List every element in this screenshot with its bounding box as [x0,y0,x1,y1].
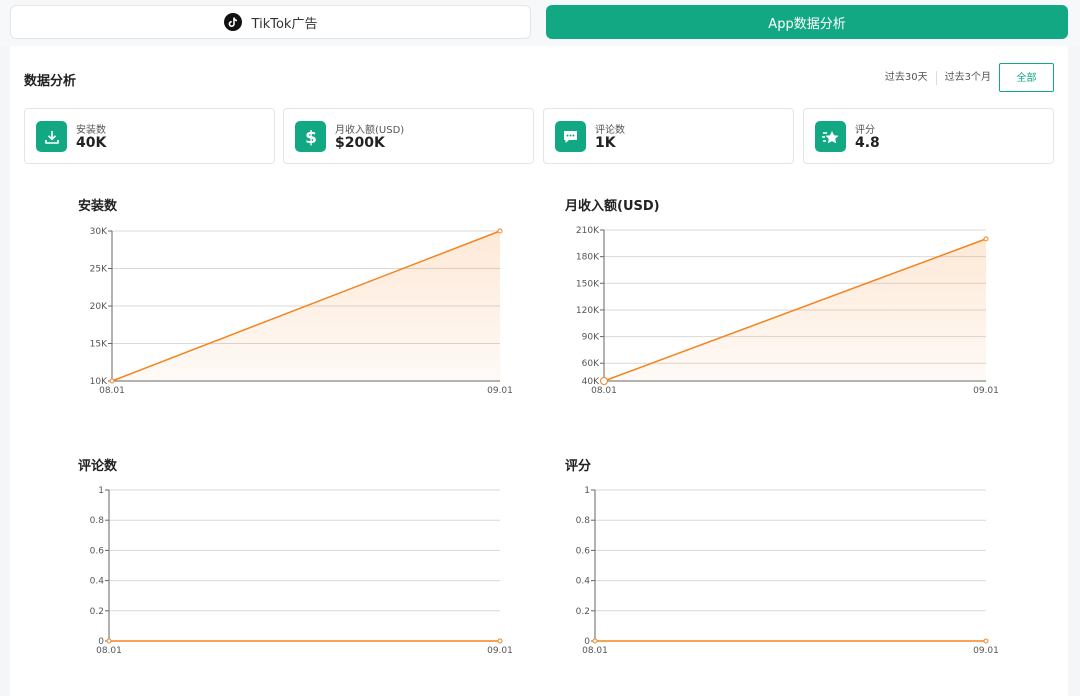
x-tick-label: 08.01 [591,386,617,396]
stat-card-installs: 安装数 40K [24,108,275,164]
chart-plot: 10K15K20K25K30K08.01 09.01 [90,227,513,396]
stat-card-reviews: 评论数 1K [543,108,794,164]
reviews-chart: 评论数 0 0.2 0.4 0.6 0.8 1 08.01 09.01 [78,455,518,665]
x-tick-label: 09.01 [487,386,513,396]
y-tick-label: 0.4 [90,577,105,587]
y-tick-label: 210K [576,226,600,236]
filter-last-3-months[interactable]: 过去3个月 [937,63,999,92]
y-tick-label: 25K [90,265,108,275]
y-tick-label: 150K [576,279,600,289]
y-tick-label: 1 [98,486,104,496]
y-tick-label: 180K [576,253,600,263]
tab-tiktok-ads[interactable]: TikTok广告 [10,5,531,39]
chart-plot: 40K60K90K120K150K180K210K08.01 09.01 [576,226,999,396]
y-tick-label: 0.4 [576,577,591,587]
data-point [983,638,989,644]
stat-label: 评分 [855,125,875,136]
chart-plot: 00.20.40.60.8108.01 09.01 [90,486,513,656]
data-point [592,638,598,644]
tab-tiktok-label: TikTok广告 [251,16,318,32]
data-point [600,377,608,385]
stat-label: 月收入额(USD) [335,125,405,136]
revenue-chart: 月收入额(USD) 40K 60K 90K 120K 150K 180K 210K 08.01… [565,195,1005,405]
y-tick-label: 1 [584,486,590,496]
y-tick-label: 0.6 [576,546,591,556]
data-point [983,236,989,242]
data-point [497,228,503,234]
date-range-filter: 过去30天 过去3个月 全部 [877,63,1054,92]
y-tick-label: 0.8 [576,516,591,526]
top-tab-bar: TikTok广告 App数据分析 [0,0,1080,46]
comment-icon [555,121,586,152]
y-tick-label: 30K [90,227,108,237]
y-tick-label: 0.2 [90,607,104,617]
y-tick-label: 120K [576,306,600,316]
y-tick-label: 60K [582,359,600,369]
tab-app-label: App数据分析 [768,16,846,32]
stat-value: 1K [595,135,616,151]
x-tick-label: 09.01 [487,646,513,656]
y-tick-label: 0.8 [90,516,105,526]
stat-value: 4.8 [855,135,880,151]
x-tick-label: 08.01 [582,646,608,656]
data-point [109,378,115,384]
y-tick-label: 15K [90,340,108,350]
stat-card-revenue: $ 月收入额(USD) $200K [283,108,534,164]
y-tick-label: 0.6 [90,546,105,556]
y-tick-label: 0.2 [576,607,590,617]
stat-card-rating: 评分 4.8 [803,108,1054,164]
svg-text:$: $ [305,128,317,146]
filter-last-30-days[interactable]: 过去30天 [877,63,936,92]
x-tick-label: 08.01 [96,646,122,656]
x-tick-label: 08.01 [99,386,125,396]
download-icon [36,121,67,152]
stat-value: 40K [76,135,107,151]
star-icon [815,121,846,152]
stat-value: $200K [335,135,385,151]
data-point [106,638,112,644]
rating-chart: 评分 0 0.2 0.4 0.6 0.8 1 08.01 09.01 [565,455,1005,665]
x-tick-label: 09.01 [973,386,999,396]
section-title: 数据分析 [24,74,77,89]
y-tick-label: 20K [90,302,108,312]
stat-label: 评论数 [595,125,625,136]
filter-all[interactable]: 全部 [999,63,1054,92]
x-tick-label: 09.01 [973,646,999,656]
stat-label: 安装数 [76,125,106,136]
installs-chart: 安装数 10K 15K 20K 25K 30K 08.01 09.01 [78,195,518,405]
tiktok-logo-icon [223,13,242,31]
data-point [497,638,503,644]
dollar-icon: $ [295,121,326,152]
chart-plot: 00.20.40.60.8108.01 09.01 [576,486,999,656]
y-tick-label: 90K [582,333,600,343]
tab-app-analytics[interactable]: App数据分析 [546,5,1068,39]
